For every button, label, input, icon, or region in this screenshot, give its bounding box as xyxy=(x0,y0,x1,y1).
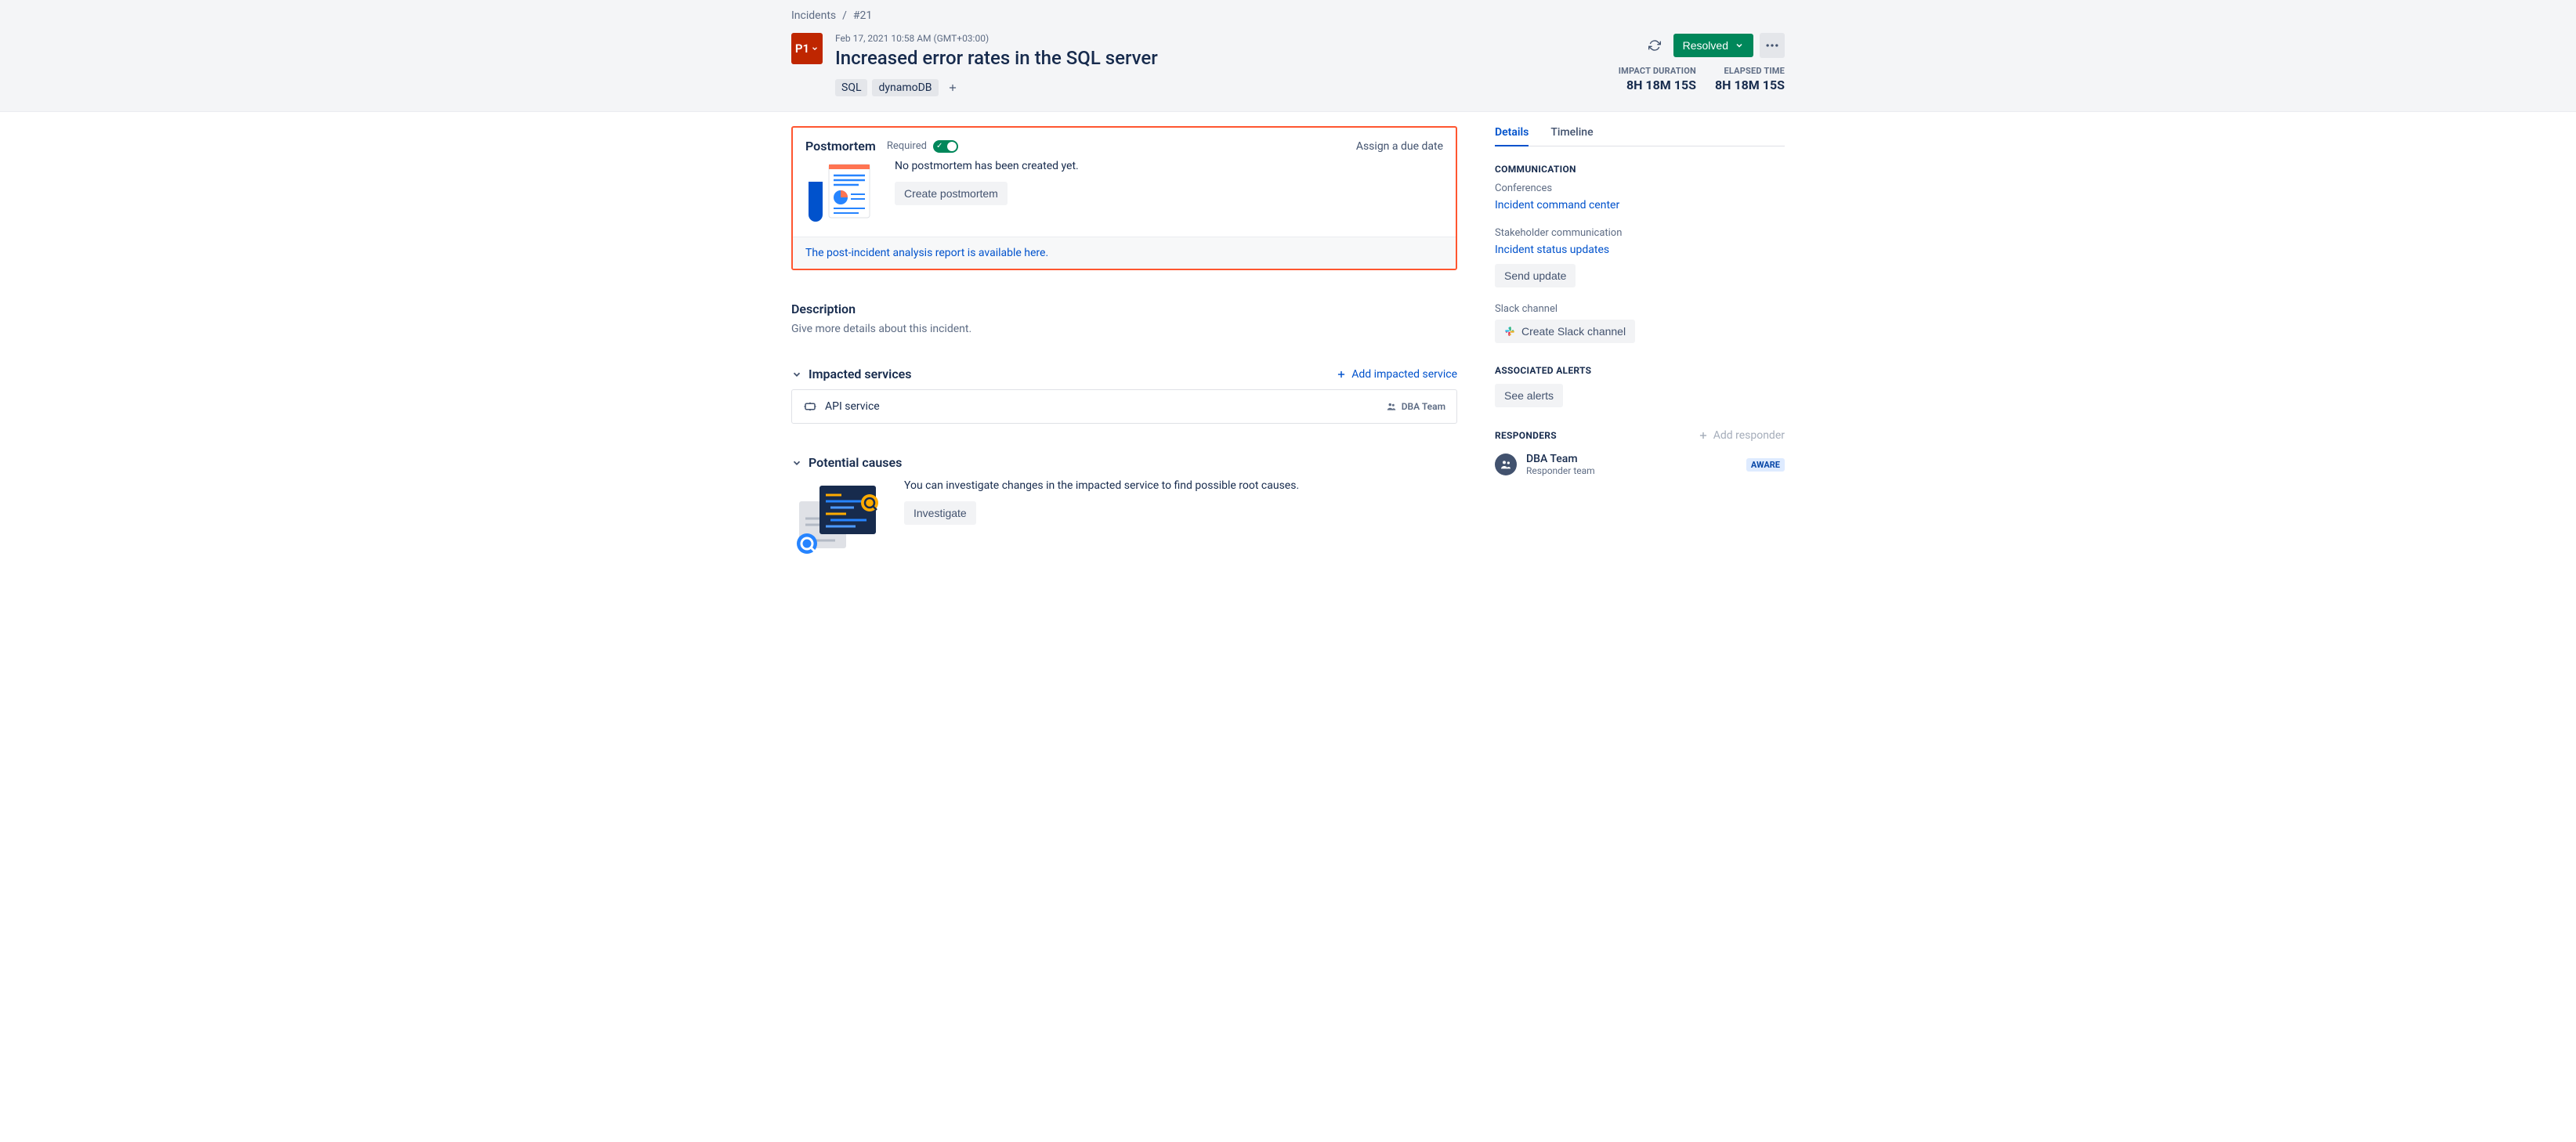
elapsed-time-label: ELAPSED TIME xyxy=(1715,66,1785,76)
description-heading: Description xyxy=(791,302,1457,316)
responder-row: DBA Team Responder team AWARE xyxy=(1495,453,1785,476)
add-responder-link[interactable]: Add responder xyxy=(1698,429,1785,442)
responders-heading: RESPONDERS xyxy=(1495,430,1557,441)
impact-duration-label: IMPACT DURATION xyxy=(1619,66,1696,76)
associated-alerts-heading: ASSOCIATED ALERTS xyxy=(1495,365,1785,376)
team-icon xyxy=(1500,458,1512,471)
send-update-button[interactable]: Send update xyxy=(1495,264,1576,287)
impacted-services-toggle[interactable]: Impacted services xyxy=(791,367,912,381)
create-slack-channel-button[interactable]: Create Slack channel xyxy=(1495,320,1635,343)
incident-command-center-link[interactable]: Incident command center xyxy=(1495,199,1619,211)
team-avatar xyxy=(1495,454,1517,475)
incident-title: Increased error rates in the SQL server xyxy=(835,47,1606,69)
causes-text: You can investigate changes in the impac… xyxy=(904,479,1299,492)
potential-causes-toggle[interactable]: Potential causes xyxy=(791,455,1457,470)
breadcrumb: Incidents / #21 xyxy=(791,9,1785,22)
impacted-service-row[interactable]: API service DBA Team xyxy=(791,389,1457,424)
add-tag-button[interactable] xyxy=(943,78,962,97)
see-alerts-button[interactable]: See alerts xyxy=(1495,384,1563,407)
status-button[interactable]: Resolved xyxy=(1673,34,1753,57)
service-team: DBA Team xyxy=(1386,401,1445,412)
impact-duration-value: 8H 18M 15S xyxy=(1619,78,1696,92)
tag[interactable]: dynamoDB xyxy=(872,79,938,96)
required-label: Required xyxy=(887,140,927,152)
postmortem-panel: Postmortem Required Assign a due date xyxy=(791,126,1457,270)
investigate-button[interactable]: Investigate xyxy=(904,501,976,525)
team-icon xyxy=(1386,401,1397,412)
tab-details[interactable]: Details xyxy=(1495,126,1529,146)
responder-name: DBA Team xyxy=(1526,453,1737,465)
responder-status-badge: AWARE xyxy=(1746,458,1785,472)
add-impacted-service-link[interactable]: Add impacted service xyxy=(1336,368,1457,381)
service-icon xyxy=(803,399,817,414)
impacted-services-heading: Impacted services xyxy=(809,367,912,381)
chevron-down-icon xyxy=(791,457,802,468)
more-horizontal-icon xyxy=(1764,38,1780,53)
plus-icon xyxy=(1698,430,1709,441)
causes-illustration xyxy=(791,479,885,558)
refresh-icon xyxy=(1648,39,1661,52)
more-actions-button[interactable] xyxy=(1760,33,1785,58)
conferences-label: Conferences xyxy=(1495,183,1785,194)
chevron-down-icon xyxy=(791,369,802,380)
responder-role: Responder team xyxy=(1526,465,1737,476)
incident-timestamp: Feb 17, 2021 10:58 AM (GMT+03:00) xyxy=(835,33,1606,44)
chevron-down-icon xyxy=(811,45,819,52)
plus-icon xyxy=(1336,369,1347,380)
elapsed-time-value: 8H 18M 15S xyxy=(1715,78,1785,92)
potential-causes-heading: Potential causes xyxy=(809,455,902,470)
analysis-report-link[interactable]: The post-incident analysis report is ava… xyxy=(805,247,1048,259)
breadcrumb-root[interactable]: Incidents xyxy=(791,9,836,22)
postmortem-empty-text: No postmortem has been created yet. xyxy=(895,160,1079,172)
chevron-down-icon xyxy=(1735,41,1744,50)
priority-label: P1 xyxy=(795,42,809,56)
plus-icon xyxy=(947,82,958,93)
tab-timeline[interactable]: Timeline xyxy=(1550,126,1593,146)
description-placeholder[interactable]: Give more details about this incident. xyxy=(791,323,1457,335)
communication-heading: COMMUNICATION xyxy=(1495,164,1785,175)
priority-selector[interactable]: P1 xyxy=(791,33,823,64)
incident-status-updates-link[interactable]: Incident status updates xyxy=(1495,244,1609,256)
stakeholder-label: Stakeholder communication xyxy=(1495,227,1785,239)
postmortem-heading: Postmortem xyxy=(805,139,876,154)
required-toggle[interactable] xyxy=(933,140,958,153)
create-postmortem-button[interactable]: Create postmortem xyxy=(895,182,1008,205)
postmortem-illustration xyxy=(805,160,876,222)
slack-icon xyxy=(1504,326,1515,337)
refresh-button[interactable] xyxy=(1642,33,1667,58)
assign-due-date-link[interactable]: Assign a due date xyxy=(1356,140,1443,153)
tag[interactable]: SQL xyxy=(835,79,867,96)
status-label: Resolved xyxy=(1683,39,1728,52)
breadcrumb-id: #21 xyxy=(853,9,872,22)
service-name: API service xyxy=(825,400,1378,413)
slack-label: Slack channel xyxy=(1495,303,1785,315)
